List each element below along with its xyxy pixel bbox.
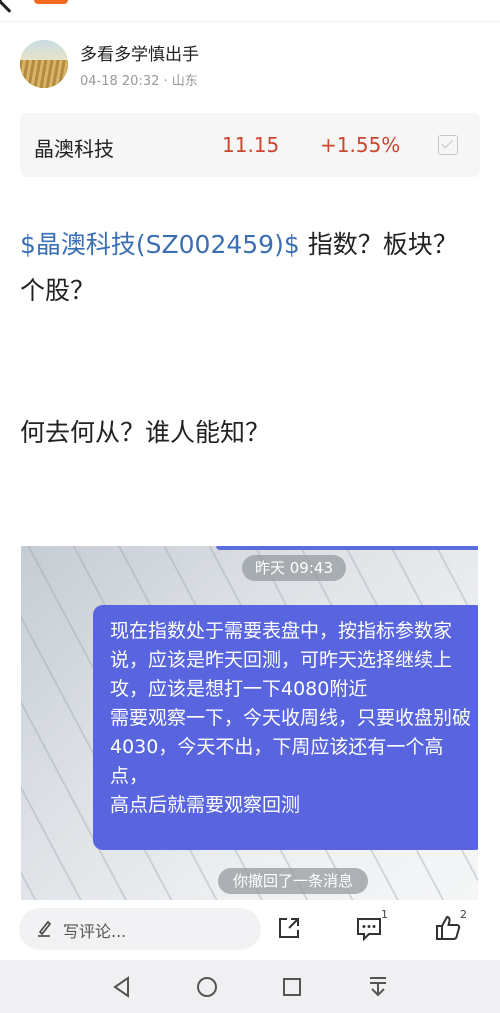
avatar[interactable] (20, 40, 68, 88)
share-icon (279, 918, 299, 938)
back-arrow-icon[interactable] (0, 0, 20, 13)
bottom-action-bar: 写评论... 1 2 (0, 900, 500, 960)
notification-badge (34, 0, 68, 4)
pen-icon (38, 920, 51, 937)
nav-menu-down-icon[interactable] (366, 974, 390, 998)
recall-notice: 你撤回了一条消息 (218, 868, 368, 894)
thumbs-up-icon (436, 915, 461, 940)
like-button[interactable]: 2 (434, 908, 467, 942)
post-location: · 山东 (163, 74, 198, 89)
add-watchlist-checkbox-icon[interactable] (438, 135, 458, 155)
header-divider (0, 21, 500, 22)
share-button[interactable] (275, 914, 303, 942)
post-image-chat-screenshot[interactable]: 昨天 09:43 现在指数处于需要表盘中，按指标参数家说，应该是昨天回测，可昨天… (21, 546, 478, 900)
chat-time-label: 昨天 09:43 (242, 555, 346, 581)
nav-home-icon[interactable] (196, 976, 218, 998)
system-nav-bar (0, 960, 500, 1013)
comments-count: 1 (381, 908, 388, 921)
post-meta: 04-18 20:32 · 山东 (80, 70, 198, 89)
likes-count: 2 (460, 908, 467, 921)
nav-back-icon[interactable] (111, 976, 133, 998)
author-header: 多看多学慎出手 04-18 20:32 · 山东 (20, 40, 480, 90)
post-line2-text: 何去何从？谁人能知？ (20, 418, 271, 447)
stock-card[interactable]: 晶澳科技 11.15 +1.55% (20, 113, 480, 177)
author-name[interactable]: 多看多学慎出手 (80, 40, 199, 65)
stock-change: +1.55% (320, 133, 401, 157)
post-body: $晶澳科技(SZ002459)$ 指数？板块？个股？ (20, 222, 482, 314)
comment-input[interactable]: 写评论... (19, 908, 261, 950)
post-time: 04-18 20:32 (80, 74, 160, 89)
stock-price: 11.15 (222, 133, 280, 157)
comments-button[interactable]: 1 (355, 908, 388, 942)
comment-icon (357, 918, 381, 942)
top-bar (0, 0, 500, 22)
stock-ticker-link[interactable]: $晶澳科技(SZ002459)$ (20, 230, 300, 259)
nav-recents-icon[interactable] (282, 977, 302, 997)
stock-name: 晶澳科技 (34, 137, 114, 161)
comment-placeholder: 写评论... (63, 922, 127, 941)
chat-message-bubble: 现在指数处于需要表盘中，按指标参数家说，应该是昨天回测，可昨天选择继续上攻，应该… (93, 605, 478, 850)
chat-message-text: 现在指数处于需要表盘中，按指标参数家说，应该是昨天回测，可昨天选择继续上攻，应该… (110, 620, 472, 816)
